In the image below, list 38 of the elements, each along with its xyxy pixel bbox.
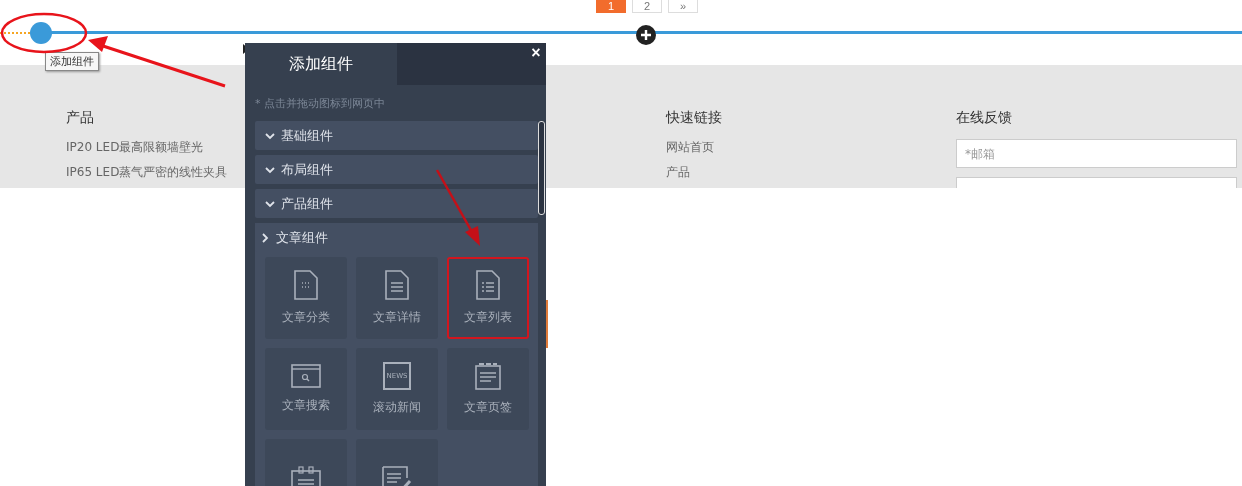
footer-link[interactable]: IP20 LED最高限额墙壁光 (66, 139, 204, 156)
tabbed-document-icon (475, 362, 501, 390)
panel-hint: * 点击并拖动图标到网页中 (255, 96, 386, 111)
section-header[interactable]: 布局组件 (255, 155, 538, 184)
footer-heading: 产品 (66, 109, 94, 127)
footer-heading: 在线反馈 (956, 109, 1012, 127)
add-handle[interactable] (30, 22, 52, 44)
document-icon (476, 270, 500, 300)
footer-link[interactable]: 网站首页 (666, 139, 714, 156)
component-tile[interactable]: 文章详情 (356, 257, 438, 339)
panel-tab[interactable]: 添加组件 (245, 43, 397, 85)
footer-link[interactable]: 产品 (666, 164, 690, 181)
calendar-icon (291, 466, 321, 486)
footer-heading: 快速链接 (666, 109, 722, 127)
tile-label: 文章页签 (464, 399, 512, 416)
component-tile[interactable]: 文章分类 (265, 257, 347, 339)
tooltip: 添加组件 (45, 52, 99, 71)
scrollbar[interactable] (538, 121, 545, 215)
page-button[interactable]: 1 (596, 0, 626, 13)
document-icon (385, 270, 409, 300)
tile-label: 文章列表 (464, 309, 512, 326)
footer-link[interactable]: IP65 LED蒸气严密的线性夹具 (66, 164, 228, 181)
document-icon (294, 270, 318, 300)
search-window-icon (291, 364, 321, 388)
plus-icon[interactable] (636, 25, 656, 45)
page-button[interactable]: » (668, 0, 698, 13)
component-tile[interactable]: 文章页签 (447, 348, 529, 430)
email-field[interactable]: *邮箱 (956, 139, 1237, 168)
section-header[interactable]: 产品组件 (255, 189, 538, 218)
component-tile[interactable]: 文章搜索 (265, 348, 347, 430)
component-tile[interactable]: 文章列表 (447, 257, 529, 339)
tile-label: 滚动新闻 (373, 399, 421, 416)
page-button[interactable]: 2 (632, 0, 662, 13)
tile-label: 文章详情 (373, 309, 421, 326)
edit-document-icon (382, 466, 412, 486)
section-header[interactable]: 基础组件 (255, 121, 538, 150)
tile-label: 文章分类 (282, 309, 330, 326)
tile-label: 文章搜索 (282, 397, 330, 414)
